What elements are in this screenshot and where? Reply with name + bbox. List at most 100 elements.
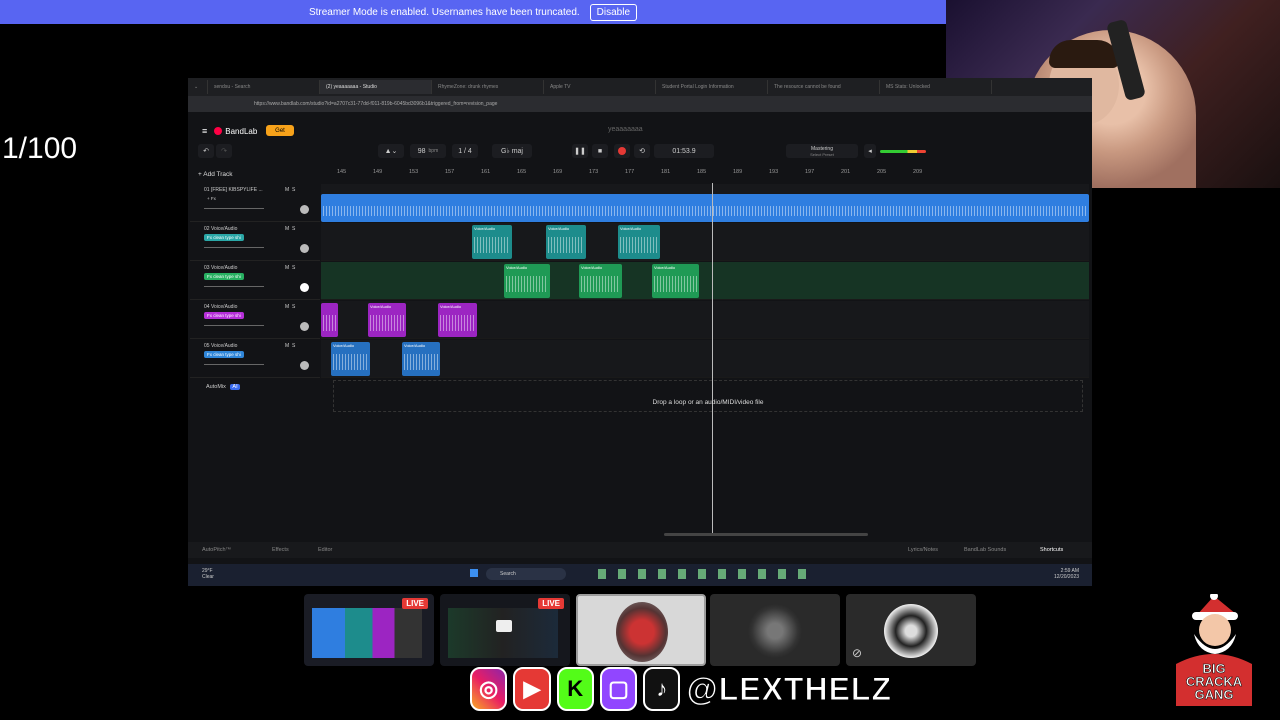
stream-thumb-1[interactable]: LIVE [304, 594, 434, 666]
bandlab-logo[interactable]: ≡ BandLab [202, 126, 257, 136]
track-volume-slider[interactable] [204, 325, 264, 326]
stream-thumb-3[interactable] [576, 594, 706, 666]
track-lane-2[interactable]: Voice/Audio Voice/Audio Voice/Audio [321, 223, 1089, 261]
get-button[interactable]: Get [266, 125, 294, 136]
key-selector[interactable]: G♭ maj [492, 144, 532, 158]
pause-icon[interactable]: ❚❚ [572, 144, 588, 158]
stream-thumb-4[interactable] [710, 594, 840, 666]
solo-label[interactable]: S [292, 226, 295, 232]
tab-rhymezone[interactable]: RhymeZone: drunk rhymes [432, 80, 544, 94]
audio-clip[interactable]: Voice/Audio [438, 303, 477, 337]
track-lane-4[interactable]: Voice/Audio Voice/Audio [321, 301, 1089, 339]
stream-thumb-5[interactable]: ⊘ [846, 594, 976, 666]
track-lane-1[interactable] [321, 184, 1089, 222]
disable-button[interactable]: Disable [589, 3, 638, 21]
mute-label[interactable]: M [285, 343, 289, 349]
track-volume-slider[interactable] [204, 286, 264, 287]
playhead[interactable] [712, 183, 713, 535]
tab-menu-icon[interactable]: ⌄ [188, 80, 208, 94]
mute-label[interactable]: M [285, 187, 289, 193]
stop-icon[interactable]: ■ [592, 144, 608, 158]
menu-icon[interactable]: ≡ [202, 126, 207, 136]
start-icon[interactable] [470, 569, 478, 577]
audio-clip[interactable]: Voice/Audio [472, 225, 512, 259]
audio-clip[interactable] [321, 303, 338, 337]
tab-student-portal[interactable]: Student Portal Login Information [656, 80, 768, 94]
record-icon[interactable] [614, 144, 630, 158]
track-fx[interactable]: Fx clean type shi [204, 312, 244, 319]
mute-solo[interactable]: M S [285, 187, 295, 193]
mute-label[interactable]: M [285, 265, 289, 271]
automix-control[interactable]: AutoMix AI [206, 384, 240, 390]
tab-studio[interactable]: (2) yeaaaaaaa - Studio [320, 80, 432, 94]
track-header-3[interactable]: 03 Voice/Audio Fx clean type shi M S [190, 262, 320, 300]
track-fx[interactable]: Fx clean type shi [204, 351, 244, 358]
solo-label[interactable]: S [292, 187, 295, 193]
loop-icon[interactable]: ⟲ [634, 144, 650, 158]
tab-ms-stats[interactable]: MS Stats: Unlocked [880, 80, 992, 94]
track-fx[interactable]: Fx clean type shi [204, 273, 244, 280]
track-pan-knob[interactable] [300, 322, 309, 331]
track-volume-slider[interactable] [204, 247, 264, 248]
track-volume-slider[interactable] [204, 364, 264, 365]
solo-label[interactable]: S [292, 304, 295, 310]
track-pan-knob[interactable] [300, 205, 309, 214]
track-lane-3[interactable]: Voice/Audio Voice/Audio Voice/Audio [321, 262, 1089, 300]
undo-icon[interactable]: ↶ [198, 144, 214, 158]
track-pan-knob[interactable] [300, 361, 309, 370]
metronome-icon[interactable]: ▲⌄ [378, 144, 404, 158]
audio-clip[interactable]: Voice/Audio [368, 303, 406, 337]
mute-label[interactable]: M [285, 226, 289, 232]
mastering-button[interactable]: Mastering Select Preset [786, 144, 858, 158]
audio-clip[interactable]: Voice/Audio [652, 264, 699, 298]
audio-clip[interactable]: Voice/Audio [546, 225, 586, 259]
redo-icon[interactable]: ↷ [216, 144, 232, 158]
mute-label[interactable]: M [285, 304, 289, 310]
tab-search[interactable]: sendsu - Search [208, 80, 320, 94]
bpm-control[interactable]: 98 bpm [410, 144, 446, 158]
track-fx[interactable]: Fx clean type shi [204, 234, 244, 241]
project-title[interactable]: yeaaaaaaa [608, 126, 643, 133]
audio-clip[interactable]: Voice/Audio [402, 342, 440, 376]
address-bar[interactable]: https://www.bandlab.com/studio?id=a2707c… [188, 96, 1092, 112]
track-volume-slider[interactable] [204, 208, 264, 209]
solo-label[interactable]: S [292, 265, 295, 271]
taskbar-app-icons[interactable] [598, 569, 808, 579]
sounds-button[interactable]: BandLab Sounds [964, 547, 1006, 553]
lyrics-button[interactable]: Lyrics/Notes [908, 547, 938, 553]
track-pan-knob[interactable] [300, 244, 309, 253]
audio-clip[interactable]: Voice/Audio [618, 225, 660, 259]
taskbar-search[interactable]: Search [486, 568, 566, 580]
weather-widget[interactable]: 29°F Clear [202, 568, 214, 580]
shortcuts-button[interactable]: Shortcuts [1040, 547, 1063, 553]
taskbar-clock[interactable]: 2:59 AM 12/20/2023 [1054, 568, 1079, 580]
horizontal-scrollbar[interactable] [664, 533, 868, 536]
volume-icon[interactable]: ◂ [864, 144, 876, 158]
mute-solo[interactable]: M S [285, 304, 295, 310]
solo-label[interactable]: S [292, 343, 295, 349]
effects-button[interactable]: Effects [272, 547, 289, 553]
track-header-4[interactable]: 04 Voice/Audio Fx clean type shi M S [190, 301, 320, 339]
mute-solo[interactable]: M S [285, 226, 295, 232]
time-signature[interactable]: 1 / 4 [452, 144, 478, 158]
timeline-ruler[interactable]: 145 149 153 157 161 165 169 173 177 181 … [321, 167, 1092, 179]
tab-resource[interactable]: The resource cannot be found [768, 80, 880, 94]
stream-thumb-2[interactable]: LIVE [440, 594, 570, 666]
audio-clip[interactable]: Voice/Audio [579, 264, 622, 298]
add-track-button[interactable]: + Add Track [198, 171, 233, 178]
tab-appletv[interactable]: Apple TV [544, 80, 656, 94]
autopitch-button[interactable]: AutoPitch™ [202, 547, 231, 553]
track-header-5[interactable]: 05 Voice/Audio Fx clean type shi M S [190, 340, 320, 378]
audio-clip[interactable] [321, 194, 1089, 222]
drop-zone[interactable]: Drop a loop or an audio/MIDI/video file [333, 380, 1083, 412]
track-fx[interactable]: + Fx [204, 195, 219, 202]
track-lane-5[interactable]: Voice/Audio Voice/Audio [321, 340, 1089, 378]
audio-clip[interactable]: Voice/Audio [504, 264, 550, 298]
mute-solo[interactable]: M S [285, 265, 295, 271]
editor-button[interactable]: Editor [318, 547, 332, 553]
master-volume-slider[interactable] [880, 150, 926, 153]
mute-solo[interactable]: M S [285, 343, 295, 349]
audio-clip[interactable]: Voice/Audio [331, 342, 370, 376]
track-header-2[interactable]: 02 Voice/Audio Fx clean type shi M S [190, 223, 320, 261]
track-header-1[interactable]: 01 [FREE] KIBSPYLIFE ... + Fx M S [190, 184, 320, 222]
